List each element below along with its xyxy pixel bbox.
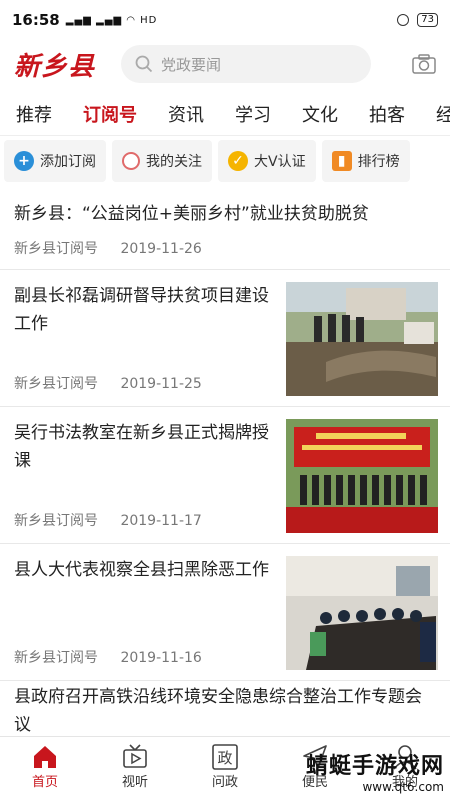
home-icon — [34, 746, 56, 768]
news-thumbnail — [286, 556, 438, 670]
lock-icon — [397, 14, 410, 26]
news-meta: 新乡县订阅号 2019-11-16 — [14, 647, 220, 667]
news-thumbnail — [286, 419, 438, 533]
chart-icon: ▮ — [331, 151, 352, 171]
tab-study[interactable]: 学习 — [235, 101, 271, 127]
my-follows-label: 我的关注 — [146, 154, 202, 170]
list-item[interactable]: 县政府召开高铁沿线环境安全隐患综合整治工作专题会议 — [0, 681, 450, 736]
v-badge-icon: ✓ — [228, 151, 248, 171]
add-subscription-label: 添加订阅 — [40, 154, 96, 170]
zheng-icon: 政 — [212, 744, 238, 770]
ranking-label: 排行榜 — [357, 154, 400, 170]
shortcut-bar: + 添加订阅 我的关注 ✓ 大V认证 ▮ 排行榜 — [0, 140, 450, 186]
tab-news[interactable]: 资讯 — [168, 101, 204, 127]
news-date: 2019-11-26 — [120, 241, 202, 257]
news-meta: 新乡县订阅号 2019-11-26 — [14, 238, 220, 258]
battery-icon: 73 — [417, 13, 438, 27]
add-subscription-button[interactable]: + 添加订阅 — [4, 140, 106, 182]
list-item[interactable]: 新乡县：“公益岗位+美丽乡村”就业扶贫助脱贫 新乡县订阅号 2019-11-26 — [0, 186, 450, 270]
tab-photographer[interactable]: 拍客 — [369, 101, 405, 127]
news-date: 2019-11-25 — [120, 376, 202, 392]
clock: 16:58 — [12, 11, 60, 29]
news-title: 新乡县：“公益岗位+美丽乡村”就业扶贫助脱贫 — [14, 204, 369, 224]
list-item[interactable]: 副县长祁磊调研督导扶贫项目建设工作 新乡县订阅号 2019-11-25 — [0, 270, 450, 407]
svg-text:政: 政 — [217, 749, 232, 767]
bottom-nav: 首页 视听 政 问政 便民 我的 蜻蜓手游戏网 www.qt6.com — [0, 736, 450, 800]
news-title: 县人大代表视察全县扫黑除恶工作 — [14, 560, 269, 580]
bigv-verify-label: 大V认证 — [254, 154, 306, 170]
news-source: 新乡县订阅号 — [14, 376, 98, 392]
tab-recommend[interactable]: 推荐 — [16, 101, 52, 127]
news-list: 新乡县：“公益岗位+美丽乡村”就业扶贫助脱贫 新乡县订阅号 2019-11-26… — [0, 186, 450, 736]
nav-video[interactable]: 视听 — [90, 737, 180, 800]
nav-home[interactable]: 首页 — [0, 737, 90, 800]
nav-home-label: 首页 — [31, 775, 58, 790]
category-tabs: 推荐 订阅号 资讯 学习 文化 拍客 经 — [0, 92, 450, 136]
news-title: 县政府召开高铁沿线环境安全隐患综合整治工作专题会议 — [14, 687, 422, 735]
app-logo[interactable]: 新乡县 — [14, 46, 95, 83]
news-thumbnail — [286, 282, 438, 396]
news-date: 2019-11-17 — [120, 513, 202, 529]
news-date: 2019-11-16 — [120, 650, 202, 666]
list-item[interactable]: 吴行书法教室在新乡县正式揭牌授课 新乡县订阅号 2019-11-17 — [0, 407, 450, 544]
news-meta: 新乡县订阅号 2019-11-17 — [14, 510, 220, 530]
circle-icon — [122, 152, 140, 170]
tab-culture[interactable]: 文化 — [302, 101, 338, 127]
search-icon — [135, 55, 153, 73]
news-title: 吴行书法教室在新乡县正式揭牌授课 — [14, 423, 269, 471]
news-title: 副县长祁磊调研督导扶贫项目建设工作 — [14, 286, 269, 334]
tv-icon — [123, 744, 147, 768]
news-meta: 新乡县订阅号 2019-11-25 — [14, 373, 220, 393]
news-source: 新乡县订阅号 — [14, 241, 98, 257]
camera-icon[interactable] — [412, 54, 436, 74]
watermark-title: 蜻蜓手游戏网 — [305, 754, 444, 779]
nav-politics-label: 问政 — [211, 775, 238, 790]
plus-icon: + — [14, 151, 34, 171]
search-placeholder: 党政要闻 — [161, 55, 222, 74]
app-header: 新乡县 党政要闻 — [0, 40, 450, 88]
news-source: 新乡县订阅号 — [14, 650, 98, 666]
list-item[interactable]: 县人大代表视察全县扫黑除恶工作 新乡县订阅号 2019-11-16 — [0, 544, 450, 681]
nav-politics[interactable]: 政 问政 — [180, 737, 270, 800]
ranking-button[interactable]: ▮ 排行榜 — [321, 140, 410, 182]
tab-subscriptions[interactable]: 订阅号 — [83, 101, 137, 127]
my-follows-button[interactable]: 我的关注 — [112, 140, 212, 182]
news-source: 新乡县订阅号 — [14, 513, 98, 529]
bigv-verify-button[interactable]: ✓ 大V认证 — [218, 140, 316, 182]
tab-economy[interactable]: 经 — [436, 101, 450, 127]
watermark: 蜻蜓手游戏网 www.qt6.com — [306, 748, 444, 794]
nav-video-label: 视听 — [121, 775, 148, 790]
watermark-url: www.qt6.com — [362, 780, 444, 794]
status-bar: 16:58 ▂▄▆ ▂▄▆ ◠ HD 73 — [0, 0, 450, 40]
signal-icon: ▂▄▆ ▂▄▆ ◠ HD — [65, 14, 158, 26]
search-input[interactable]: 党政要闻 — [121, 45, 372, 83]
